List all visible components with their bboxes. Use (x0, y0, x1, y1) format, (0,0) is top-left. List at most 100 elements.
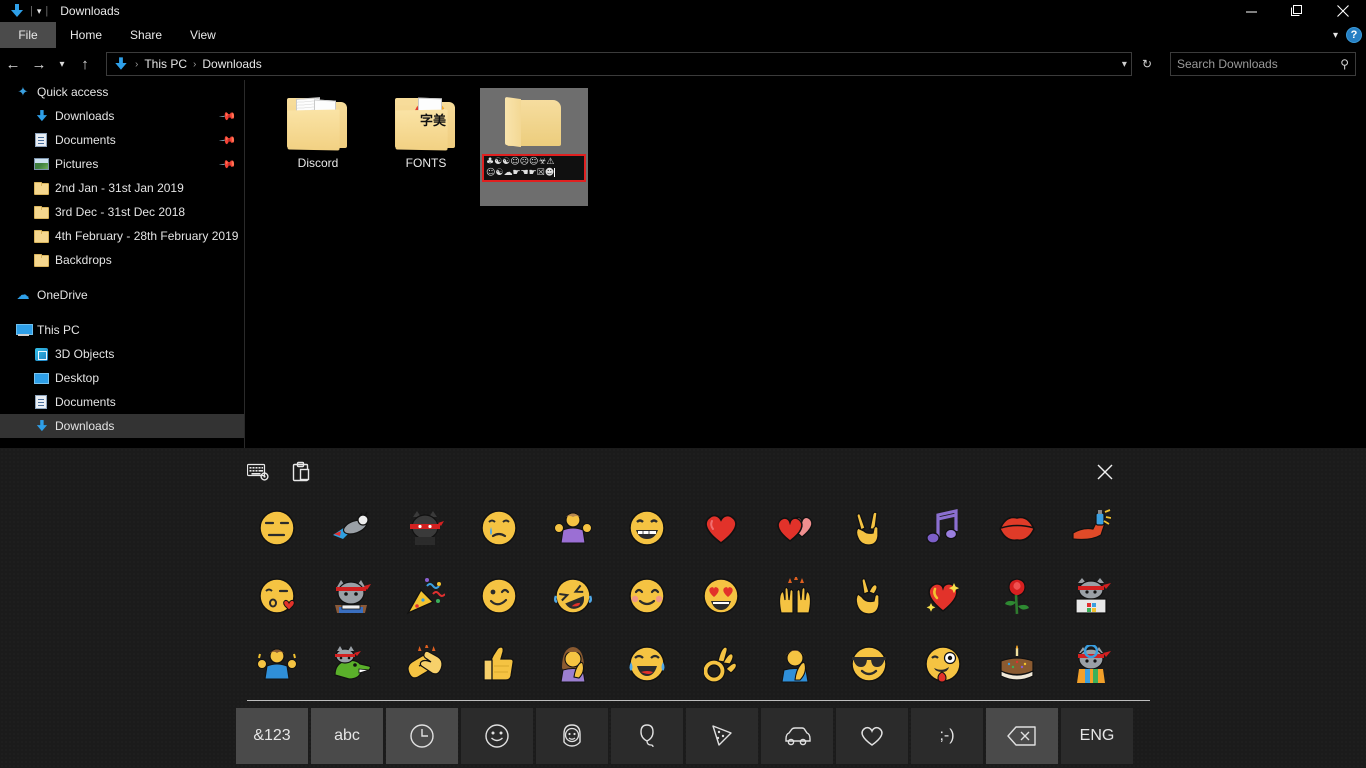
folder-item-renaming[interactable]: ♣☯☯☺☹☺☣⚠ ☺☯☁☛☚☛☒☻ (480, 88, 588, 206)
studying-ninja-cat-emoji[interactable] (314, 566, 388, 626)
winking-face-emoji[interactable] (462, 566, 536, 626)
symbols-heart-key[interactable] (836, 708, 908, 764)
transport-emoji-key[interactable] (761, 708, 833, 764)
man-shrugging-emoji[interactable] (240, 634, 314, 694)
sidebar-item-pictures[interactable]: Pictures 📌 (0, 152, 244, 176)
man-facepalming-emoji[interactable] (758, 634, 832, 694)
party-popper-emoji[interactable] (388, 566, 462, 626)
forward-button[interactable]: → (26, 51, 52, 77)
refresh-icon[interactable]: ↻ (1132, 57, 1160, 71)
rose-emoji[interactable] (980, 566, 1054, 626)
maximize-button[interactable] (1274, 0, 1320, 22)
navigation-pane[interactable]: ✦ Quick access Downloads 📌 Documents 📌 P… (0, 80, 245, 448)
two-hearts-emoji[interactable] (758, 498, 832, 558)
clipboard-history-icon[interactable] (288, 460, 316, 484)
breadcrumb[interactable]: › This PC › Downloads ▾ (106, 52, 1132, 76)
up-button[interactable]: ↑ (72, 51, 98, 77)
tab-file[interactable]: File (0, 22, 56, 48)
person-shrugging-emoji[interactable] (536, 498, 610, 558)
kiss-mark-emoji[interactable] (980, 498, 1054, 558)
search-input[interactable]: Search Downloads ⚲ (1170, 52, 1356, 76)
ninja-cat-rocket-emoji[interactable] (314, 498, 388, 558)
face-blowing-kiss-emoji[interactable] (240, 566, 314, 626)
back-button[interactable]: ← (0, 51, 26, 77)
smiling-face-smiling-eyes-emoji[interactable] (610, 566, 684, 626)
kaomoji-key[interactable]: ;-) (911, 708, 983, 764)
crossed-fingers-emoji[interactable] (832, 566, 906, 626)
face-with-tears-of-joy-emoji[interactable] (610, 634, 684, 694)
window-controls (1228, 0, 1366, 22)
file-list-view[interactable]: Discord 字美 FONTS ♣☯☯☺☹☺☣⚠ ☺☯☁☛☚☛☒☻ (246, 80, 1366, 448)
rename-input[interactable]: ♣☯☯☺☹☺☣⚠ ☺☯☁☛☚☛☒☻ (482, 154, 586, 182)
recent-emoji-key[interactable] (386, 708, 458, 764)
thumbs-up-emoji[interactable] (462, 634, 536, 694)
emoji-category-bar[interactable]: &123 abc ;-) ENG (0, 701, 1366, 764)
close-icon[interactable] (1092, 459, 1118, 485)
unamused-face-emoji[interactable] (240, 498, 314, 558)
sidebar-item-onedrive[interactable]: ☁ OneDrive (0, 283, 244, 307)
people-emoji-key[interactable] (536, 708, 608, 764)
sidebar-item-dec-2018[interactable]: 3rd Dec - 31st Dec 2018 (0, 200, 244, 224)
chevron-down-icon[interactable]: ▾ (1122, 59, 1127, 70)
chevron-down-icon[interactable]: ▾ (1333, 30, 1338, 41)
sidebar-item-jan-2019[interactable]: 2nd Jan - 31st Jan 2019 (0, 176, 244, 200)
pin-icon[interactable]: 📌 (219, 131, 238, 149)
folder-item-fonts[interactable]: 字美 FONTS (372, 88, 480, 206)
letters-key[interactable]: abc (311, 708, 383, 764)
sidebar-item-downloads-pc[interactable]: Downloads (0, 414, 244, 438)
tab-home[interactable]: Home (56, 22, 116, 48)
smiling-face-heart-eyes-emoji[interactable] (684, 566, 758, 626)
recent-locations-icon[interactable]: ▾ (52, 51, 72, 77)
keyboard-settings-icon[interactable] (244, 460, 272, 484)
tab-view[interactable]: View (176, 22, 230, 48)
ok-hand-emoji[interactable] (684, 634, 758, 694)
sidebar-item-downloads[interactable]: Downloads 📌 (0, 104, 244, 128)
close-button[interactable] (1320, 0, 1366, 22)
sidebar-item-backdrops[interactable]: Backdrops (0, 248, 244, 272)
flexed-arm-spray-emoji[interactable] (1054, 498, 1128, 558)
clapping-hands-emoji[interactable] (388, 634, 462, 694)
help-icon[interactable]: ? (1346, 27, 1362, 43)
emoji-grid[interactable] (0, 494, 1366, 701)
sidebar-group-this-pc[interactable]: This PC (0, 318, 244, 342)
food-emoji-key[interactable] (686, 708, 758, 764)
celebration-emoji-key[interactable] (611, 708, 683, 764)
ninja-cat-window-box-emoji[interactable] (1054, 566, 1128, 626)
sidebar-label: OneDrive (37, 288, 88, 302)
breadcrumb-this-pc[interactable]: This PC (144, 57, 187, 71)
sidebar-item-3d-objects[interactable]: 3D Objects (0, 342, 244, 366)
rolling-on-floor-laughing-emoji[interactable] (536, 566, 610, 626)
victory-hand-emoji[interactable] (832, 498, 906, 558)
sidebar-item-desktop[interactable]: Desktop (0, 366, 244, 390)
smiling-face-sunglasses-emoji[interactable] (832, 634, 906, 694)
crying-face-emoji[interactable] (462, 498, 536, 558)
pin-icon[interactable]: 📌 (219, 107, 238, 125)
magnifier-icon[interactable]: ⚲ (1340, 57, 1349, 71)
breadcrumb-downloads[interactable]: Downloads (202, 57, 261, 71)
ninja-cat-emoji[interactable] (388, 498, 462, 558)
sparkling-heart-emoji[interactable] (906, 566, 980, 626)
ninja-cat-dino-emoji[interactable] (314, 634, 388, 694)
musical-notes-emoji[interactable] (906, 498, 980, 558)
birthday-cake-emoji[interactable] (980, 634, 1054, 694)
raising-hands-emoji[interactable] (758, 566, 832, 626)
minimize-button[interactable] (1228, 0, 1274, 22)
ninja-cat-hero-emoji[interactable] (1054, 634, 1128, 694)
file-items: Discord 字美 FONTS ♣☯☯☺☹☺☣⚠ ☺☯☁☛☚☛☒☻ (246, 80, 1366, 206)
sidebar-item-feb-2019[interactable]: 4th February - 28th February 2019 (0, 224, 244, 248)
pin-icon[interactable]: 📌 (219, 155, 238, 173)
backspace-key[interactable] (986, 708, 1058, 764)
symbols-key[interactable]: &123 (236, 708, 308, 764)
folder-item-discord[interactable]: Discord (264, 88, 372, 206)
red-heart-emoji[interactable] (684, 498, 758, 558)
beaming-face-emoji[interactable] (610, 498, 684, 558)
sidebar-item-documents-pc[interactable]: Documents (0, 390, 244, 414)
language-key[interactable]: ENG (1061, 708, 1133, 764)
smileys-emoji-key[interactable] (461, 708, 533, 764)
zany-face-emoji[interactable] (906, 634, 980, 694)
emoji-panel[interactable]: &123 abc ;-) ENG (0, 448, 1366, 768)
sidebar-group-quick-access[interactable]: ✦ Quick access (0, 80, 244, 104)
sidebar-item-documents[interactable]: Documents 📌 (0, 128, 244, 152)
tab-share[interactable]: Share (116, 22, 176, 48)
woman-facepalming-emoji[interactable] (536, 634, 610, 694)
